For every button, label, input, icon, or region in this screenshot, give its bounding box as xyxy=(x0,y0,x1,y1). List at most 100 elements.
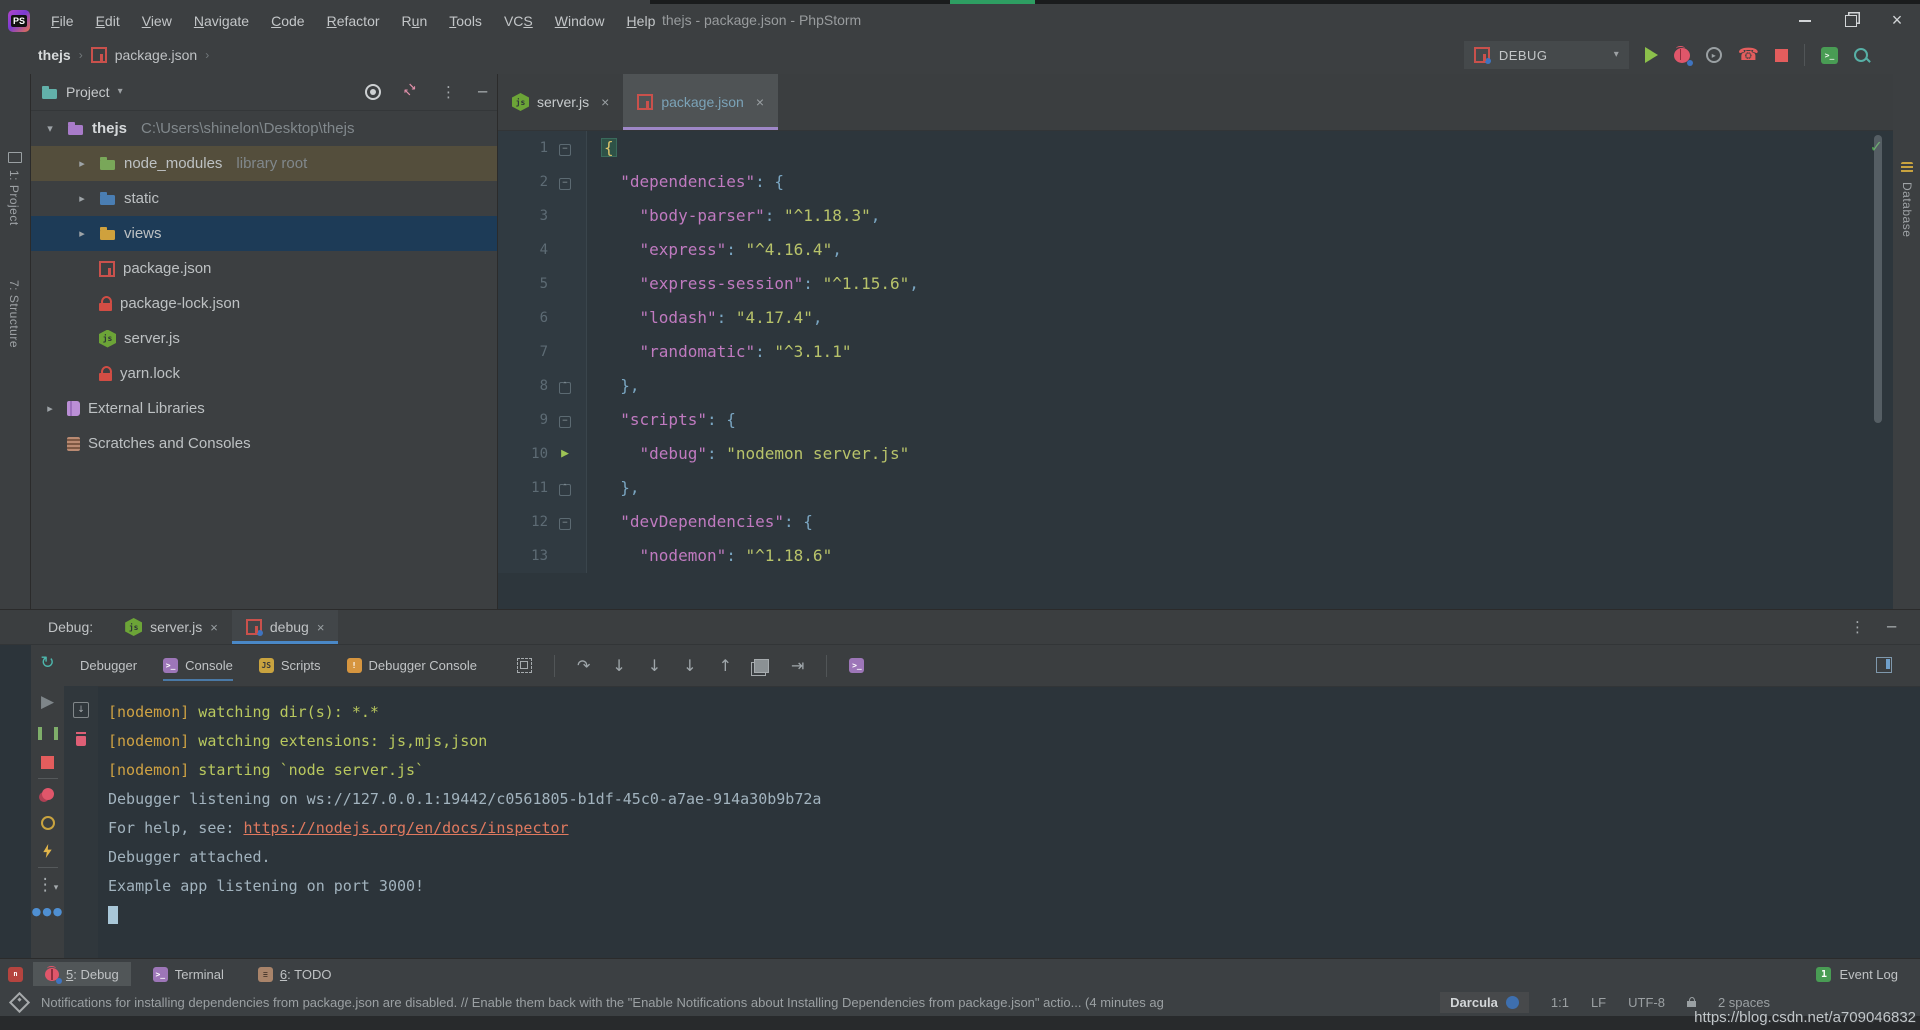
terminal-run-anything-button[interactable]: >_ xyxy=(1821,47,1838,64)
tree-item-package-json[interactable]: package.json xyxy=(31,251,497,286)
menu-vcs[interactable]: VCS xyxy=(493,10,544,32)
tool-window-button-terminal[interactable]: >_Terminal xyxy=(141,962,236,986)
code-line[interactable]: 9− "scripts": { xyxy=(498,403,1893,437)
menu-run[interactable]: Run xyxy=(391,10,439,32)
tree-item-node-modules[interactable]: ▸node_moduleslibrary root xyxy=(31,146,497,181)
view-tab-debugger[interactable]: Debugger xyxy=(80,645,137,686)
tree-item-thejs[interactable]: ▾thejsC:\Users\shinelon\Desktop\thejs xyxy=(31,111,497,146)
npm-tool-window-button[interactable]: n xyxy=(8,967,23,982)
attach-debugger-button[interactable]: ☎ xyxy=(1738,47,1759,64)
tree-item-scratches-and-consoles[interactable]: Scratches and Consoles xyxy=(31,426,497,461)
hidden-actions-button[interactable]: ●●● xyxy=(32,906,64,917)
tool-window-switcher-icon[interactable] xyxy=(9,991,30,1012)
menu-navigate[interactable]: Navigate xyxy=(183,10,260,32)
chevron-right-icon[interactable]: ▸ xyxy=(73,192,91,205)
close-tab-icon[interactable]: × xyxy=(601,94,609,110)
event-log-button[interactable]: 1 Event Log xyxy=(1816,967,1920,982)
stop-button[interactable] xyxy=(1775,49,1788,62)
close-tab-icon[interactable]: × xyxy=(210,620,218,635)
code-line[interactable]: 10▶ "debug": "nodemon server.js" xyxy=(498,437,1893,471)
menu-edit[interactable]: Edit xyxy=(85,10,131,32)
menu-code[interactable]: Code xyxy=(260,10,315,32)
debug-console-output[interactable]: [nodemon] watching dir(s): *.*[nodemon] … xyxy=(98,686,1920,959)
rerun-button[interactable]: ↻ xyxy=(40,655,54,672)
run-configuration-select[interactable]: DEBUG ▾ xyxy=(1464,41,1629,69)
debug-button[interactable] xyxy=(1674,48,1690,63)
panel-options-button[interactable]: ⋮ xyxy=(441,85,456,100)
close-tab-icon[interactable]: × xyxy=(756,94,764,110)
chevron-right-icon[interactable]: ▸ xyxy=(73,227,91,240)
open-console-button[interactable]: >_ xyxy=(849,658,864,673)
chevron-down-icon[interactable]: ▾ xyxy=(118,87,123,97)
view-tab-debugger-console[interactable]: !Debugger Console xyxy=(347,645,477,686)
caret-position[interactable]: 1:1 xyxy=(1551,995,1569,1010)
chevron-down-icon[interactable]: ▾ xyxy=(41,122,59,135)
smart-step-into-button[interactable]: ↓ xyxy=(683,658,696,674)
console-link[interactable]: https://nodejs.org/en/docs/inspector xyxy=(243,819,568,837)
step-out-button[interactable]: ↑ xyxy=(719,658,732,674)
code-line[interactable]: 7 "randomatic": "^3.1.1" xyxy=(498,335,1893,369)
code-line[interactable]: 11ˆ }, xyxy=(498,471,1893,505)
fold-marker-icon[interactable]: − xyxy=(548,505,582,539)
run-with-coverage-button[interactable]: ▸ xyxy=(1706,47,1722,63)
breadcrumb-item-package-json[interactable]: package.json xyxy=(115,47,198,63)
fold-marker-icon[interactable]: − xyxy=(548,403,582,437)
status-notification[interactable]: Notifications for installing dependencie… xyxy=(41,995,1440,1010)
menu-refactor[interactable]: Refactor xyxy=(316,10,391,32)
readonly-lock-icon[interactable] xyxy=(1687,997,1696,1007)
indent-setting[interactable]: 2 spaces xyxy=(1718,995,1770,1010)
view-tab-scripts[interactable]: JSScripts xyxy=(259,645,321,686)
locate-file-button[interactable] xyxy=(365,84,381,100)
step-into-button[interactable]: ↓ xyxy=(612,658,625,674)
code-line[interactable]: 6 "lodash": "4.17.4", xyxy=(498,301,1893,335)
code-line[interactable]: 5 "express-session": "^1.15.6", xyxy=(498,267,1893,301)
stripe-project-button[interactable]: 1: Project xyxy=(7,170,21,226)
run-script-icon[interactable]: ▶ xyxy=(548,437,582,471)
soft-wrap-button[interactable]: ↓ xyxy=(73,702,89,718)
code-line[interactable]: 12− "devDependencies": { xyxy=(498,505,1893,539)
tree-item-yarn-lock[interactable]: yarn.lock xyxy=(31,356,497,391)
tree-item-package-lock-json[interactable]: package-lock.json xyxy=(31,286,497,321)
hide-panel-button[interactable]: ─ xyxy=(478,85,487,100)
code-line[interactable]: 2− "dependencies": { xyxy=(498,165,1893,199)
stripe-structure-button[interactable]: 7: Structure xyxy=(7,280,21,348)
breadcrumb-item-thejs[interactable]: thejs xyxy=(38,47,71,63)
menu-view[interactable]: View xyxy=(131,10,183,32)
search-everywhere-button[interactable] xyxy=(1854,48,1868,62)
force-step-into-button[interactable]: ↓ xyxy=(648,658,661,674)
view-frames-button[interactable] xyxy=(754,659,769,673)
editor-tab-package-json[interactable]: package.json× xyxy=(623,74,778,130)
code-line[interactable]: 8ˆ }, xyxy=(498,369,1893,403)
code-line[interactable]: 13 "nodemon": "^1.18.6" xyxy=(498,539,1893,573)
resume-button[interactable]: ▶ xyxy=(41,694,54,711)
stripe-database-button[interactable]: Database xyxy=(1900,182,1914,237)
tool-window-button-5-debug[interactable]: 5: Debug xyxy=(33,962,131,986)
run-arrow-icon[interactable]: ▶ xyxy=(561,446,569,461)
chevron-right-icon[interactable]: ▸ xyxy=(41,402,59,415)
fold-marker-icon[interactable]: − xyxy=(548,165,582,199)
debug-tab-server-js[interactable]: jsserver.js× xyxy=(111,610,232,644)
debug-options-button[interactable]: ⋮ xyxy=(1850,620,1865,635)
editor-tab-server-js[interactable]: jsserver.js× xyxy=(498,74,623,130)
collapse-all-button[interactable] xyxy=(403,85,419,99)
fold-marker-icon[interactable]: ˆ xyxy=(548,369,582,403)
debug-tab-debug[interactable]: debug× xyxy=(232,610,339,644)
chevron-right-icon[interactable]: ▸ xyxy=(73,157,91,170)
run-to-cursor-button[interactable]: ⇥ xyxy=(791,658,804,674)
view-tab-console[interactable]: >_Console xyxy=(163,645,233,686)
hide-debug-button[interactable]: ─ xyxy=(1887,620,1896,635)
fold-marker-icon[interactable]: − xyxy=(548,131,582,165)
fold-marker-icon[interactable]: ˆ xyxy=(548,471,582,505)
menu-window[interactable]: Window xyxy=(544,10,616,32)
code-line[interactable]: 1−{ xyxy=(498,131,1893,165)
code-line[interactable]: 3 "body-parser": "^1.18.3", xyxy=(498,199,1893,233)
layout-settings-button[interactable] xyxy=(1876,657,1892,673)
maximize-button[interactable] xyxy=(1828,5,1874,36)
close-tab-icon[interactable]: × xyxy=(317,620,325,635)
pause-button[interactable] xyxy=(38,727,58,740)
more-options-button[interactable]: ⋮▾ xyxy=(37,877,59,894)
tree-item-views[interactable]: ▸views xyxy=(31,216,497,251)
step-over-button[interactable]: ↷ xyxy=(577,658,590,674)
code-editor[interactable]: 1−{2− "dependencies": {3 "body-parser": … xyxy=(498,131,1893,610)
tree-item-server-js[interactable]: jsserver.js xyxy=(31,321,497,356)
